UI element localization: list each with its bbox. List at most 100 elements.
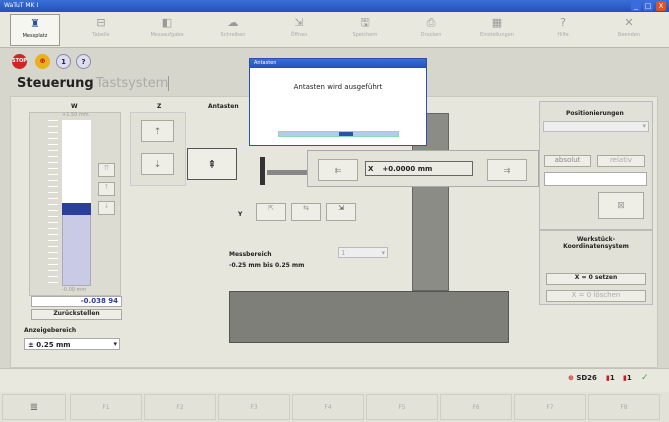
toolbar-button-2[interactable]: ◧ Messaufgabe: [142, 14, 192, 46]
toolbar-button-0[interactable]: ♜ Messplatz: [10, 14, 60, 46]
status-temp1: ▮1: [606, 374, 615, 382]
menu-icon[interactable]: ≣: [2, 394, 66, 420]
dialog-progress-fill: [339, 132, 353, 136]
toolbar-button-5[interactable]: 🖫 Speichern: [340, 14, 390, 46]
toolbar-icon: ⊟: [96, 16, 106, 29]
relativ-button[interactable]: relativ: [597, 155, 645, 167]
status-sd: ⊕ SD26: [568, 374, 597, 382]
antasten-label: Antasten: [208, 103, 239, 110]
chevron-down-icon: ▾: [113, 340, 117, 348]
x-right-button[interactable]: ⇉: [487, 159, 527, 181]
wk-title: Werkstück-Koordinatensystem: [563, 236, 629, 250]
toolbar-label: Schreiben: [220, 32, 246, 38]
toolbar-icon: ▦: [491, 16, 503, 29]
w-indicator: [62, 203, 91, 215]
toolbar-button-9[interactable]: ✕ Beenden: [604, 14, 654, 46]
toolbar-icon: ?: [560, 16, 566, 29]
y-back-button[interactable]: ⇱: [256, 203, 286, 221]
double-up-icon[interactable]: ⇈: [98, 163, 115, 177]
w-scale: [48, 120, 58, 286]
toolbar-label: Tabelle: [92, 32, 110, 38]
one-button[interactable]: 1: [56, 54, 71, 69]
close-button[interactable]: X: [656, 1, 666, 11]
function-key-f1[interactable]: F1: [70, 394, 142, 420]
dialog-progress: [278, 131, 399, 137]
toolbar-button-8[interactable]: ? Hilfe: [538, 14, 588, 46]
function-key-f8[interactable]: F8: [588, 394, 660, 420]
x-axis-label: X: [368, 165, 374, 173]
function-key-f3[interactable]: F3: [218, 394, 290, 420]
tab-steuerung[interactable]: Steuerung: [17, 76, 94, 91]
x-left-button[interactable]: ⇇: [318, 159, 358, 181]
y-forward-button[interactable]: ⇲: [326, 203, 356, 221]
antasten-dialog: Antasten Antasten wird ausgeführt: [249, 58, 427, 146]
toolbar-button-4[interactable]: ⇲ Öffnen: [274, 14, 324, 46]
x-field[interactable]: X +0.0000 mm: [365, 161, 473, 176]
status-temp2: ▮1: [623, 374, 632, 382]
toolbar-icon: ☁: [227, 16, 239, 29]
tab-tastsystem[interactable]: Tastsystem: [93, 76, 170, 91]
range-select[interactable]: ± 0.25 mm ▾: [24, 338, 120, 350]
toolbar-label: Einstellungen: [480, 32, 514, 38]
w-gauge-fill: [62, 120, 91, 203]
y-label: Y: [238, 211, 243, 218]
w-value: -0.038 94: [31, 296, 122, 307]
mess-label: Messbereich: [229, 251, 272, 258]
title-bar: WaTuT MK I: [0, 0, 669, 12]
mess-range: -0.25 mm bis 0.25 mm: [229, 262, 305, 269]
w-bottom-label: -0.00 mm: [62, 287, 87, 293]
x-value: +0.0000 mm: [382, 165, 433, 173]
tab-bar: Steuerung Tastsystem: [17, 76, 170, 91]
function-key-f6[interactable]: F6: [440, 394, 512, 420]
reset-button[interactable]: Zurückstellen: [31, 309, 122, 320]
toolbar-icon: ⇲: [294, 16, 304, 29]
y-mid-button[interactable]: ⇆: [291, 203, 321, 221]
toolbar-button-6[interactable]: ⎙ Drucken: [406, 14, 456, 46]
x-zero-clear-button[interactable]: X = 0 löschen: [546, 290, 646, 302]
dialog-message: Antasten wird ausgeführt: [293, 83, 383, 91]
stop-button[interactable]: STOP: [12, 54, 27, 69]
minimize-button[interactable]: _: [631, 1, 641, 11]
position-input[interactable]: [544, 172, 647, 186]
w-label: W: [71, 103, 78, 110]
go-icon[interactable]: ⊠: [598, 192, 644, 219]
toolbar-icon: ✕: [624, 16, 634, 29]
positions-select[interactable]: ▾: [543, 121, 649, 132]
toolbar-label: Drucken: [420, 32, 442, 38]
dialog-title: Antasten: [250, 59, 426, 68]
range-value: ± 0.25 mm: [28, 341, 71, 349]
toolbar-icon: ⎙: [426, 16, 436, 29]
down-icon[interactable]: ↓: [98, 201, 115, 215]
x-zero-set-button[interactable]: X = 0 setzen: [546, 273, 646, 285]
function-key-f2[interactable]: F2: [144, 394, 216, 420]
crosshair-icon: ⊕: [568, 374, 574, 382]
up-icon[interactable]: ↑: [98, 182, 115, 196]
probe-stylus: [267, 170, 307, 175]
w-top-label: +1.50 mm: [62, 112, 89, 118]
toolbar-button-3[interactable]: ☁ Schreiben: [208, 14, 258, 46]
antasten-button[interactable]: ⇞: [187, 148, 237, 180]
help-icon[interactable]: ?: [76, 54, 91, 69]
chevron-down-icon: ▾: [642, 122, 646, 130]
crosshair-icon[interactable]: ⊕: [35, 54, 50, 69]
function-key-f5[interactable]: F5: [366, 394, 438, 420]
toolbar-label: Hilfe: [557, 32, 569, 38]
base-plate: [229, 291, 509, 343]
toolbar-label: Beenden: [617, 32, 641, 38]
toolbar-button-1[interactable]: ⊟ Tabelle: [76, 14, 126, 46]
chevron-down-icon: ▾: [381, 249, 385, 257]
status-temp1-value: 1: [609, 374, 615, 382]
z-up-button[interactable]: ⇡: [141, 120, 174, 142]
toolbar-button-7[interactable]: ▦ Einstellungen: [472, 14, 522, 46]
toolbar-label: Speichern: [352, 32, 378, 38]
absolut-button[interactable]: absolut: [544, 155, 591, 167]
toolbar-icon: 🖫: [360, 16, 370, 29]
probe-tip: [260, 157, 265, 185]
maximize-button[interactable]: □: [643, 1, 653, 11]
mess-select[interactable]: 1 ▾: [338, 247, 388, 258]
z-down-button[interactable]: ⇣: [141, 153, 174, 175]
positions-title: Positionierungen: [566, 110, 624, 117]
function-key-f7[interactable]: F7: [514, 394, 586, 420]
function-key-f4[interactable]: F4: [292, 394, 364, 420]
z-label: Z: [157, 103, 162, 110]
